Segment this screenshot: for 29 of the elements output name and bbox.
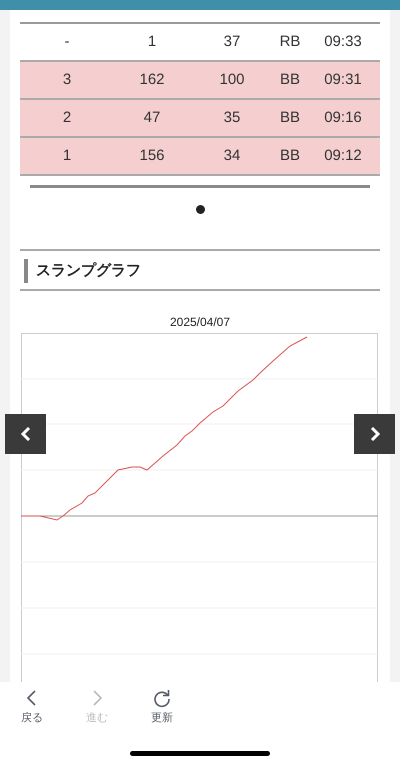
table-cell: 09:33 xyxy=(324,32,362,50)
section-heading: スランプグラフ xyxy=(36,261,141,281)
table-cell: 09:12 xyxy=(324,146,362,164)
table-cell: 100 xyxy=(219,70,245,88)
reload-icon xyxy=(152,688,172,708)
reload-button[interactable]: 更新 xyxy=(142,688,182,725)
table-cell: 1 xyxy=(148,32,156,50)
table-cell: 3 xyxy=(62,70,72,88)
table-cell: BB xyxy=(280,108,300,126)
table-cell: 1 xyxy=(62,146,72,164)
table-cell: 2 xyxy=(62,108,72,126)
table-cell: 156 xyxy=(139,146,165,164)
table-cell: 35 xyxy=(224,108,240,126)
table-cell: 37 xyxy=(224,32,240,50)
previous-button[interactable] xyxy=(5,414,46,454)
back-button[interactable]: 戻る xyxy=(12,688,52,725)
table-cell: 09:16 xyxy=(324,108,362,126)
table-cell: 09:31 xyxy=(324,70,362,88)
chevron-right-icon xyxy=(370,427,380,441)
table-cell: RB xyxy=(280,32,300,50)
next-button[interactable] xyxy=(354,414,395,454)
table-cell: - xyxy=(64,32,70,50)
table-cell: BB xyxy=(280,146,300,164)
table-cell: 162 xyxy=(139,70,165,88)
table-cell: 34 xyxy=(224,146,240,164)
table-cell: BB xyxy=(280,70,300,88)
table-cell: 47 xyxy=(144,108,160,126)
chevron-left-icon xyxy=(20,427,30,441)
chart-title: 2025/04/07 xyxy=(170,315,230,329)
